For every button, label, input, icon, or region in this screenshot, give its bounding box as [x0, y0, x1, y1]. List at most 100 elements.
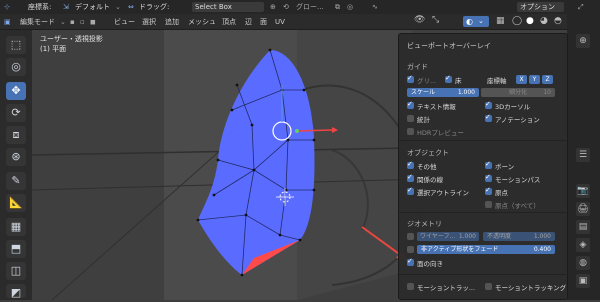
- extras-checkbox[interactable]: [407, 160, 414, 169]
- gizmo-icon[interactable]: ⤢: [578, 2, 584, 12]
- coord-system-label: 座標系:: [28, 3, 52, 11]
- axes-label: 座標軸: [487, 77, 507, 85]
- add-cube-tool-icon[interactable]: ▦: [6, 218, 26, 236]
- axis-x-toggle[interactable]: X: [516, 75, 527, 84]
- bones-label: ボーン: [495, 163, 515, 171]
- coord-system-dropdown[interactable]: デフォルト: [75, 2, 110, 12]
- face-orientation-checkbox[interactable]: [407, 257, 414, 266]
- object-properties-icon[interactable]: ▣: [576, 274, 590, 288]
- bevel-tool-icon[interactable]: ◩: [6, 284, 26, 299]
- visibility-icon[interactable]: 👁: [414, 15, 425, 25]
- grid-checkbox[interactable]: [407, 74, 414, 83]
- annotation-label: アノテーション: [495, 116, 540, 124]
- view-layer-icon[interactable]: ▤: [576, 220, 590, 234]
- navigation-gizmo-icon[interactable]: ⊕: [576, 34, 590, 48]
- outline-selected-checkbox[interactable]: [407, 186, 414, 195]
- text-info-checkbox[interactable]: [407, 100, 414, 109]
- extrude-tool-icon[interactable]: ⬒: [6, 240, 26, 258]
- popover-title: ビューポートオーバーレイ: [407, 42, 491, 50]
- pivot-dropdown[interactable]: グロー...: [296, 2, 324, 12]
- subdivisions-field[interactable]: 細分化 10: [481, 88, 555, 97]
- overlays-toggle-button[interactable]: ◐ ⌄: [463, 16, 489, 27]
- proportional-falloff-icon[interactable]: ∿: [372, 2, 378, 12]
- origins-checkbox[interactable]: [485, 186, 492, 195]
- edge-select-icon[interactable]: ▫: [80, 17, 85, 27]
- divider: [399, 274, 569, 275]
- wireframe-value: 1.000: [458, 233, 476, 240]
- hdri-preview-checkbox[interactable]: [407, 128, 414, 135]
- snap-icon[interactable]: ⧉: [335, 2, 340, 12]
- menu-uv[interactable]: UV: [275, 17, 285, 27]
- gizmo-y-handle: [295, 129, 299, 133]
- transform-tool-icon[interactable]: ⊛: [6, 148, 26, 166]
- relationship-lines-checkbox[interactable]: [407, 173, 414, 182]
- text-info-label: テキスト情報: [417, 103, 456, 111]
- proportional-icon[interactable]: ◎: [347, 2, 353, 12]
- tool-settings-icon[interactable]: ☰: [576, 148, 590, 162]
- wireframe-label: ワイヤーフ...: [420, 233, 456, 240]
- scale-tool-icon[interactable]: ⧈: [6, 126, 26, 144]
- motion-tracking-full-checkbox[interactable]: [485, 283, 492, 290]
- pivot-icon[interactable]: ⊕: [270, 2, 276, 12]
- menu-select[interactable]: 選択: [142, 17, 156, 27]
- fade-inactive-field[interactable]: 非アクティブ形状をフェード 0.400: [417, 245, 555, 254]
- statistics-checkbox[interactable]: [407, 115, 414, 122]
- scene-properties-icon[interactable]: ◈: [576, 238, 590, 252]
- subdivisions-value: 10: [543, 89, 551, 96]
- menu-view[interactable]: ビュー: [114, 17, 135, 27]
- menu-edge[interactable]: 辺: [245, 17, 252, 27]
- chevron-down-icon: ⌄: [115, 3, 121, 11]
- motion-paths-checkbox[interactable]: [485, 173, 492, 182]
- floor-checkbox[interactable]: [445, 74, 452, 83]
- opacity-field[interactable]: 不透明度 1.000: [483, 232, 555, 241]
- select-box-dropdown[interactable]: Select Box: [192, 2, 264, 12]
- scale-field[interactable]: スケール 1.000: [407, 88, 479, 97]
- 3d-cursor-checkbox[interactable]: [485, 100, 492, 109]
- opacity-label: 不透明度: [487, 233, 512, 240]
- origins-all-label: 原点（すべて）: [495, 202, 540, 210]
- axis-y-toggle[interactable]: Y: [529, 75, 540, 84]
- wireframe-field[interactable]: ワイヤーフ... 1.000: [417, 232, 479, 241]
- world-properties-icon[interactable]: ◍: [576, 256, 590, 270]
- viewport-header: ▣ 編集モード ⌄ ▪ ▫ ◼ ビュー 選択 追加 メッシュ 頂点 辺 面 UV…: [0, 14, 600, 30]
- wireframe-checkbox[interactable]: [407, 233, 414, 240]
- mode-dropdown[interactable]: 編集モード: [20, 17, 55, 27]
- menu-face[interactable]: 面: [260, 17, 267, 27]
- options-dropdown[interactable]: オプション: [517, 2, 564, 12]
- rotate-tool-icon[interactable]: ⟳: [6, 104, 26, 122]
- editor-type-icon[interactable]: ▣: [4, 17, 11, 27]
- shading-material-icon[interactable]: ◕: [540, 16, 548, 26]
- transform-pivot-icon[interactable]: ⟲: [283, 2, 289, 12]
- floor-label: 床: [455, 77, 462, 85]
- select-tool-icon[interactable]: ⬚: [6, 36, 26, 54]
- render-properties-icon[interactable]: 📷: [576, 184, 590, 198]
- menu-add[interactable]: 追加: [165, 17, 179, 27]
- face-select-icon[interactable]: ◼: [90, 17, 96, 27]
- shading-wireframe-icon[interactable]: ◯: [512, 16, 522, 26]
- bones-checkbox[interactable]: [485, 160, 492, 169]
- overlays-icon: ◐: [466, 17, 473, 26]
- shading-solid-icon[interactable]: ●: [526, 16, 534, 26]
- right-sidebar: ⊕ ☰ 📷 🖨 ▤ ◈ ◍ ▣: [567, 14, 600, 300]
- annotate-tool-icon[interactable]: ✎: [6, 172, 26, 190]
- origins-all-checkbox[interactable]: [485, 201, 492, 208]
- xray-icon[interactable]: ▦: [496, 16, 505, 26]
- cursor-tool-icon[interactable]: ◎: [6, 58, 26, 76]
- shading-rendered-icon[interactable]: ◓: [554, 16, 562, 26]
- output-properties-icon[interactable]: 🖨: [576, 202, 590, 216]
- gizmo-toggle-icon[interactable]: ⤡: [432, 15, 439, 25]
- menu-mesh[interactable]: メッシュ: [188, 17, 216, 27]
- fade-inactive-value: 0.400: [533, 246, 551, 253]
- motion-tracking-checkbox[interactable]: [407, 283, 414, 290]
- axis-z-toggle[interactable]: Z: [542, 75, 553, 84]
- tool-shelf: ⬚ ◎ ✥ ⟳ ⧈ ⊛ ✎ 📐 ▦ ⬒ ◫ ◩: [0, 30, 32, 300]
- annotation-checkbox[interactable]: [485, 113, 492, 122]
- fade-inactive-checkbox[interactable]: [407, 246, 414, 253]
- inset-tool-icon[interactable]: ◫: [6, 262, 26, 280]
- menu-vertex[interactable]: 頂点: [222, 17, 236, 27]
- object-origin-icon[interactable]: ⊹: [4, 2, 10, 12]
- vertex-select-icon[interactable]: ▪: [70, 17, 75, 27]
- drag-icon: ⇔: [128, 3, 134, 11]
- measure-tool-icon[interactable]: 📐: [6, 194, 26, 212]
- move-tool-icon[interactable]: ✥: [6, 82, 26, 100]
